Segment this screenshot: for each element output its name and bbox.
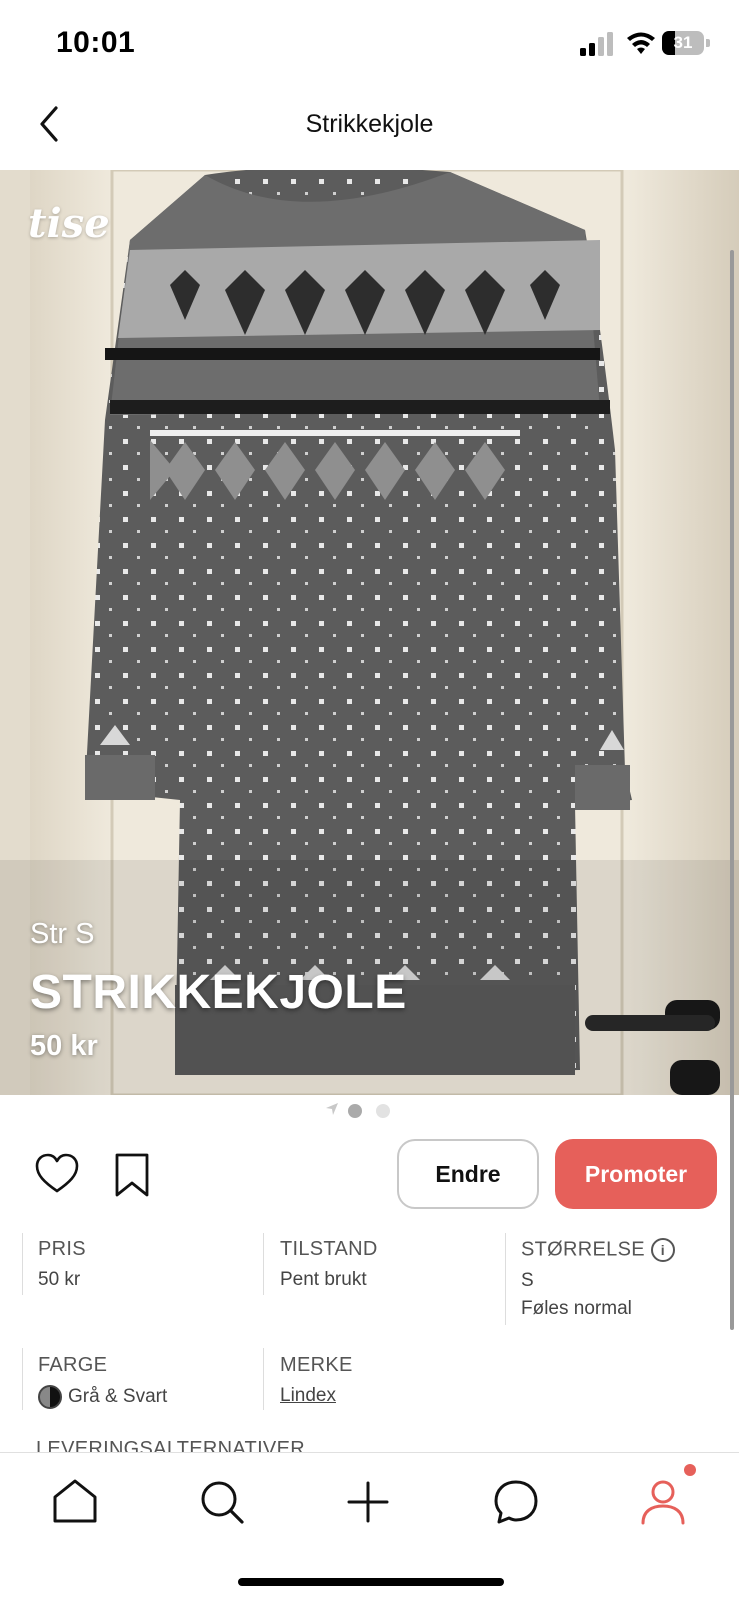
- sweater-dress-photo: [0, 170, 739, 1095]
- heart-icon[interactable]: [34, 1152, 80, 1194]
- overlay-size: Str S: [30, 918, 95, 950]
- attr-condition: TILSTAND Pent brukt: [280, 1238, 378, 1291]
- attr-brand: MERKE Lindex: [280, 1354, 353, 1407]
- tise-logo: tise: [28, 200, 110, 247]
- bookmark-icon[interactable]: [113, 1152, 151, 1198]
- home-icon[interactable]: [45, 1473, 105, 1529]
- attr-color-value: Grå & Svart: [68, 1386, 168, 1408]
- status-time: 10:01: [56, 26, 136, 59]
- attr-size-note: Føles normal: [521, 1298, 632, 1319]
- overlay-title: STRIKKEKJOLE: [30, 966, 407, 1019]
- status-bar: 10:01 31: [0, 0, 739, 88]
- divider: [22, 1348, 23, 1410]
- profile-icon[interactable]: [633, 1473, 693, 1529]
- wifi-icon: [627, 32, 655, 54]
- info-icon[interactable]: i: [650, 1238, 675, 1262]
- attr-size-label: STØRRELSE: [521, 1238, 645, 1261]
- divider: [263, 1233, 264, 1295]
- notification-badge: [684, 1464, 696, 1476]
- attr-color: FARGE Grå & Svart: [38, 1354, 167, 1409]
- attr-price-label: PRIS: [38, 1238, 86, 1260]
- attr-price: PRIS 50 kr: [38, 1238, 86, 1291]
- search-icon[interactable]: [192, 1473, 252, 1529]
- page-title: Strikkekjole: [305, 110, 434, 138]
- attr-condition-value: Pent brukt: [280, 1269, 367, 1290]
- chat-icon[interactable]: [486, 1473, 546, 1529]
- battery-icon: 31: [662, 31, 710, 55]
- nav-header: Strikkekjole: [0, 88, 739, 170]
- attr-color-label: FARGE: [38, 1354, 108, 1376]
- location-arrow-icon: [326, 1103, 338, 1115]
- plus-icon[interactable]: [338, 1473, 398, 1529]
- product-photo[interactable]: tise Str S STRIKKEKJOLE 50 kr: [0, 170, 739, 1095]
- divider: [263, 1348, 264, 1410]
- scroll-indicator[interactable]: [730, 250, 734, 1330]
- color-swatch-icon: [38, 1385, 62, 1409]
- divider: [505, 1233, 506, 1325]
- divider: [22, 1233, 23, 1295]
- promote-button[interactable]: Promoter: [555, 1139, 717, 1209]
- attr-size: STØRRELSE i S Føles normal: [521, 1238, 675, 1320]
- attr-condition-label: TILSTAND: [280, 1238, 378, 1260]
- attr-brand-label: MERKE: [280, 1354, 353, 1376]
- edit-button[interactable]: Endre: [397, 1139, 539, 1209]
- attr-size-value: S: [521, 1270, 534, 1291]
- home-indicator: [238, 1578, 504, 1586]
- overlay-price: 50 kr: [30, 1030, 98, 1062]
- brand-link[interactable]: Lindex: [280, 1385, 353, 1407]
- battery-percent: 31: [673, 33, 693, 52]
- cellular-signal-icon: [580, 32, 613, 56]
- attr-price-value: 50 kr: [38, 1269, 81, 1290]
- image-pager[interactable]: [325, 1102, 425, 1118]
- pager-dot[interactable]: [376, 1104, 390, 1118]
- pager-dot-active[interactable]: [348, 1104, 362, 1118]
